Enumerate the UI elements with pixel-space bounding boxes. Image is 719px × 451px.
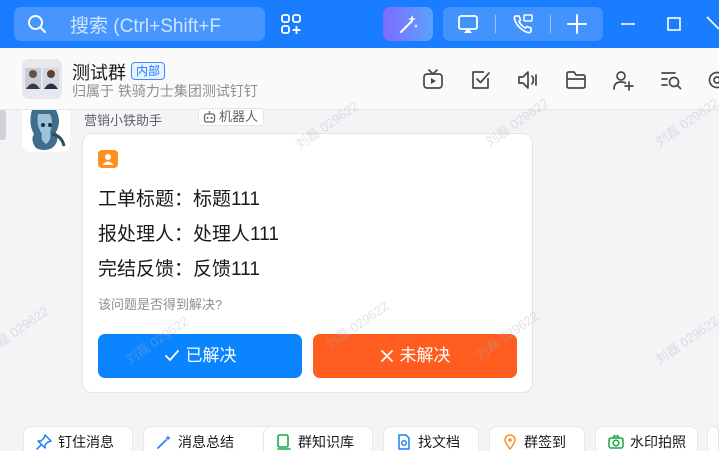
ai-summary-icon — [157, 435, 171, 449]
search-placeholder[interactable]: 搜索 (Ctrl+Shift+F — [70, 11, 260, 38]
divider — [550, 15, 551, 33]
robot-tag-label: 机器人 — [219, 109, 259, 124]
ticket-feedback: 完结反馈：反馈111 — [98, 259, 260, 280]
folder-icon[interactable] — [565, 69, 587, 91]
chip-watermark-photo[interactable]: 水印拍照 — [595, 426, 698, 451]
unresolved-button[interactable]: 未解决 — [313, 334, 517, 378]
search-chat-icon[interactable] — [660, 69, 682, 91]
robot-icon — [203, 111, 216, 123]
camera-icon — [608, 435, 624, 449]
bot-avatar[interactable] — [22, 110, 70, 152]
live-icon[interactable] — [422, 69, 444, 91]
screen-cast-icon[interactable] — [457, 13, 479, 35]
ticket-card: 工单标题：标题111 报处理人：处理人111 完结反馈：反馈111 该问题是否得… — [82, 133, 533, 393]
chat-header: 测试群 内部 归属于 铁骑力士集团测试钉钉 — [0, 48, 719, 110]
resolved-label: 已解决 — [185, 346, 237, 365]
resolved-button[interactable]: 已解决 — [98, 334, 302, 378]
settings-icon[interactable] — [706, 69, 719, 91]
top-bar: 搜索 (Ctrl+Shift+F — [0, 0, 719, 48]
chip-find-document[interactable]: 找文档 — [383, 426, 479, 451]
ai-magic-icon — [400, 15, 418, 33]
internal-badge: 内部 — [131, 62, 166, 80]
group-avatar[interactable] — [22, 59, 62, 99]
find-doc-icon — [398, 434, 410, 450]
add-member-icon[interactable] — [612, 69, 634, 91]
pin-icon — [36, 434, 52, 450]
todo-icon[interactable] — [470, 69, 492, 91]
checkin-icon — [504, 434, 516, 450]
chip-group-checkin[interactable]: 群签到 — [489, 426, 585, 451]
add-app-icon[interactable] — [280, 13, 302, 35]
maximize-icon[interactable] — [666, 16, 682, 32]
close-icon[interactable] — [706, 16, 719, 32]
chip-pin-message[interactable]: 钉住消息 — [23, 426, 133, 451]
ticket-title: 工单标题：标题111 — [98, 189, 260, 210]
quick-toolbar: 钉住消息 消息总结 群知识库 找文档 群签到 水印拍照 — [0, 426, 719, 451]
group-subtitle: 归属于 铁骑力士集团测试钉钉 — [72, 83, 258, 99]
call-icon[interactable] — [512, 13, 534, 35]
unresolved-label: 未解决 — [399, 346, 451, 365]
chat-area: 营销小铁助手 机器人 工单标题：标题111 报处理人：处理人111 完结反馈：反… — [0, 108, 719, 451]
ticket-handler: 报处理人：处理人111 — [98, 224, 279, 245]
voice-icon[interactable] — [517, 69, 539, 91]
contact-card-icon — [98, 150, 118, 168]
sender-name[interactable]: 营销小铁助手 — [84, 110, 162, 129]
robot-tag: 机器人 — [198, 108, 265, 126]
resolution-question: 该问题是否得到解决? — [98, 297, 223, 312]
search-icon — [28, 15, 46, 33]
close-x-icon — [380, 350, 393, 362]
collapse-handle[interactable] — [0, 110, 6, 140]
check-icon — [164, 350, 179, 361]
chip-group-knowledge[interactable]: 群知识库 — [263, 426, 373, 451]
knowledge-base-icon — [277, 434, 291, 450]
chip-message-summary[interactable]: 消息总结 — [143, 426, 281, 451]
chip-more[interactable] — [707, 426, 719, 451]
add-icon[interactable] — [566, 13, 588, 35]
divider — [495, 15, 496, 33]
minimize-icon[interactable] — [620, 16, 636, 32]
